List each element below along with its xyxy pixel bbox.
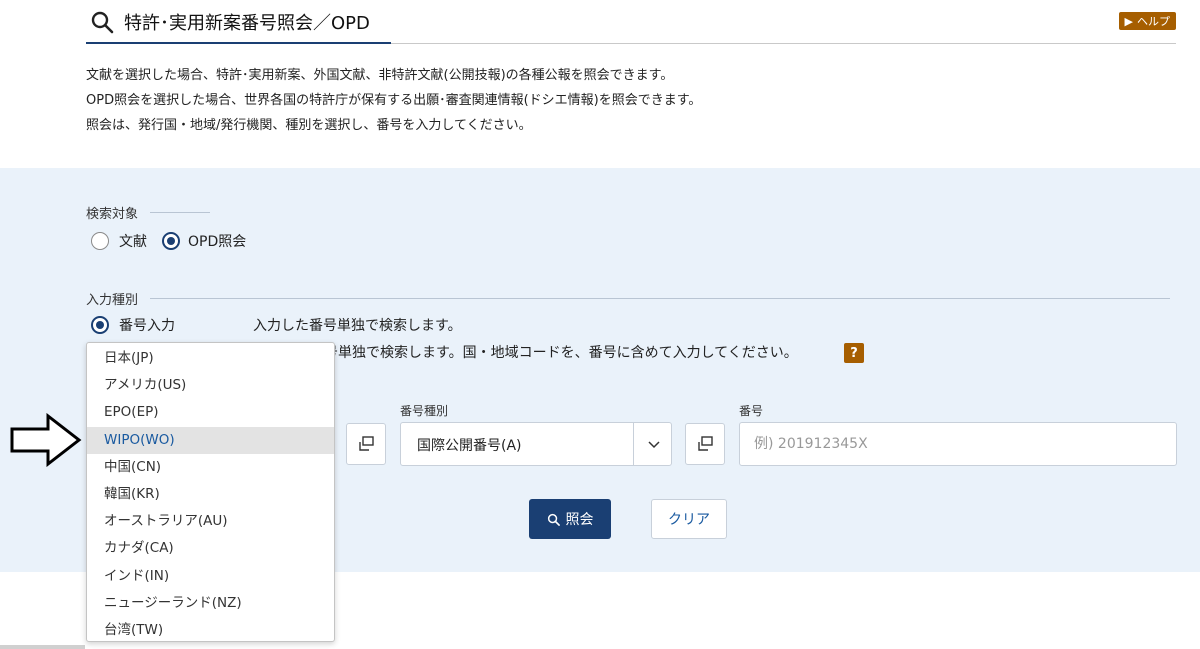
kind-selected-value: 国際公開番号(A) (417, 438, 522, 454)
description: 文献を選択した場合、特許･実用新案、外国文献、非特許文献(公開技報)の各種公報を… (86, 63, 701, 138)
input-type-section: 入力種別 (86, 289, 1176, 308)
radio-button-selected[interactable] (91, 316, 109, 334)
number-label: 番号 (739, 404, 764, 418)
help-button[interactable]: ▶ ヘルプ (1118, 12, 1176, 30)
description-line: 照会は、発行国・地域/発行機関、種別を選択し、番号を入力してください。 (86, 118, 532, 133)
help-label: ヘルプ (1137, 15, 1170, 28)
description-line: OPD照会を選択した場合、世界各国の特許庁が保有する出願･審査関連情報(ドシエ情… (86, 93, 702, 108)
copy-kind-button[interactable] (685, 423, 725, 465)
radio-button-selected[interactable] (162, 232, 180, 250)
dropdown-option[interactable]: 韓国(KR) (87, 481, 334, 508)
clear-button-label: クリア (668, 512, 710, 528)
search-icon (547, 513, 560, 526)
pointer-arrow-icon (10, 413, 82, 467)
copy-icon (698, 436, 713, 451)
search-button-label: 照会 (565, 512, 594, 528)
page-title: 特許･実用新案番号照会／OPD (124, 13, 370, 34)
radio-number-input[interactable]: 番号入力 入力した番号単独で検索します。 (91, 315, 462, 335)
play-icon: ▶ (1124, 14, 1133, 28)
copy-country-button[interactable] (346, 423, 386, 465)
dropdown-option[interactable]: カナダ(CA) (87, 535, 334, 562)
search-icon (91, 11, 114, 34)
section-divider (150, 212, 211, 213)
radio-document[interactable]: 文献 (91, 231, 147, 251)
dropdown-option[interactable]: 台湾(TW) (87, 617, 334, 644)
section-divider (150, 298, 1171, 299)
clear-button[interactable]: クリア (651, 499, 727, 539)
radio-opd[interactable]: OPD照会 (162, 231, 246, 251)
radio-description: 番号単独で検索します。国・地域コードを、番号に含めて入力してください。 (310, 345, 798, 361)
page-header: 特許･実用新案番号照会／OPD ▶ ヘルプ (86, 0, 1176, 45)
dropdown-option[interactable]: 中国(CN) (87, 454, 334, 481)
dropdown-option[interactable]: EPO(EP) (87, 399, 334, 426)
radio-second-description: 番号単独で検索します。国・地域コードを、番号に含めて入力してください。 (310, 342, 798, 362)
dropdown-option[interactable]: 日本(JP) (87, 345, 334, 372)
select-divider (633, 423, 634, 465)
kind-select[interactable]: 国際公開番号(A) (400, 422, 672, 466)
radio-label: 番号入力 (119, 318, 175, 334)
search-target-label: 検索対象 (86, 207, 139, 222)
country-dropdown-list[interactable]: 日本(JP) アメリカ(US) EPO(EP) WIPO(WO) 中国(CN) … (86, 342, 335, 642)
scrollbar-strip (0, 645, 85, 649)
input-type-label: 入力種別 (86, 293, 139, 308)
dropdown-option[interactable]: インド(IN) (87, 563, 334, 590)
dropdown-option[interactable]: オーストラリア(AU) (87, 508, 334, 535)
kind-label: 番号種別 (400, 404, 449, 418)
number-input[interactable] (739, 422, 1177, 466)
title-divider (391, 43, 1176, 44)
radio-description: 入力した番号単独で検索します。 (253, 318, 462, 334)
radio-label: OPD照会 (188, 234, 247, 250)
dropdown-option[interactable]: ニュージーランド(NZ) (87, 590, 334, 617)
chevron-down-icon (648, 441, 660, 449)
copy-icon (359, 436, 374, 451)
search-target-section: 検索対象 (86, 203, 1176, 222)
dropdown-option-highlighted[interactable]: WIPO(WO) (87, 426, 334, 454)
help-question-icon[interactable]: ? (844, 343, 864, 363)
radio-button[interactable] (91, 232, 109, 250)
description-line: 文献を選択した場合、特許･実用新案、外国文献、非特許文献(公開技報)の各種公報を… (86, 68, 674, 83)
radio-label: 文献 (119, 234, 147, 250)
dropdown-option[interactable]: アメリカ(US) (87, 372, 334, 399)
page-title-block: 特許･実用新案番号照会／OPD (86, 2, 391, 44)
search-button[interactable]: 照会 (529, 499, 611, 539)
